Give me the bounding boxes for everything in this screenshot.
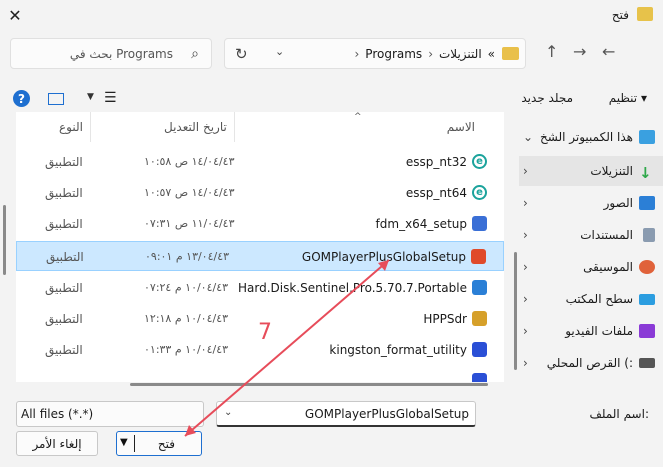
open-file-dialog: ✕ فتح بحث في Programs ⌕ ↻ ⌄ « التنزيلات … [0, 0, 663, 467]
annotation-arrow-line [184, 259, 390, 437]
annotation-arrows [184, 259, 390, 437]
annotation-step-number: 7 [258, 320, 272, 345]
